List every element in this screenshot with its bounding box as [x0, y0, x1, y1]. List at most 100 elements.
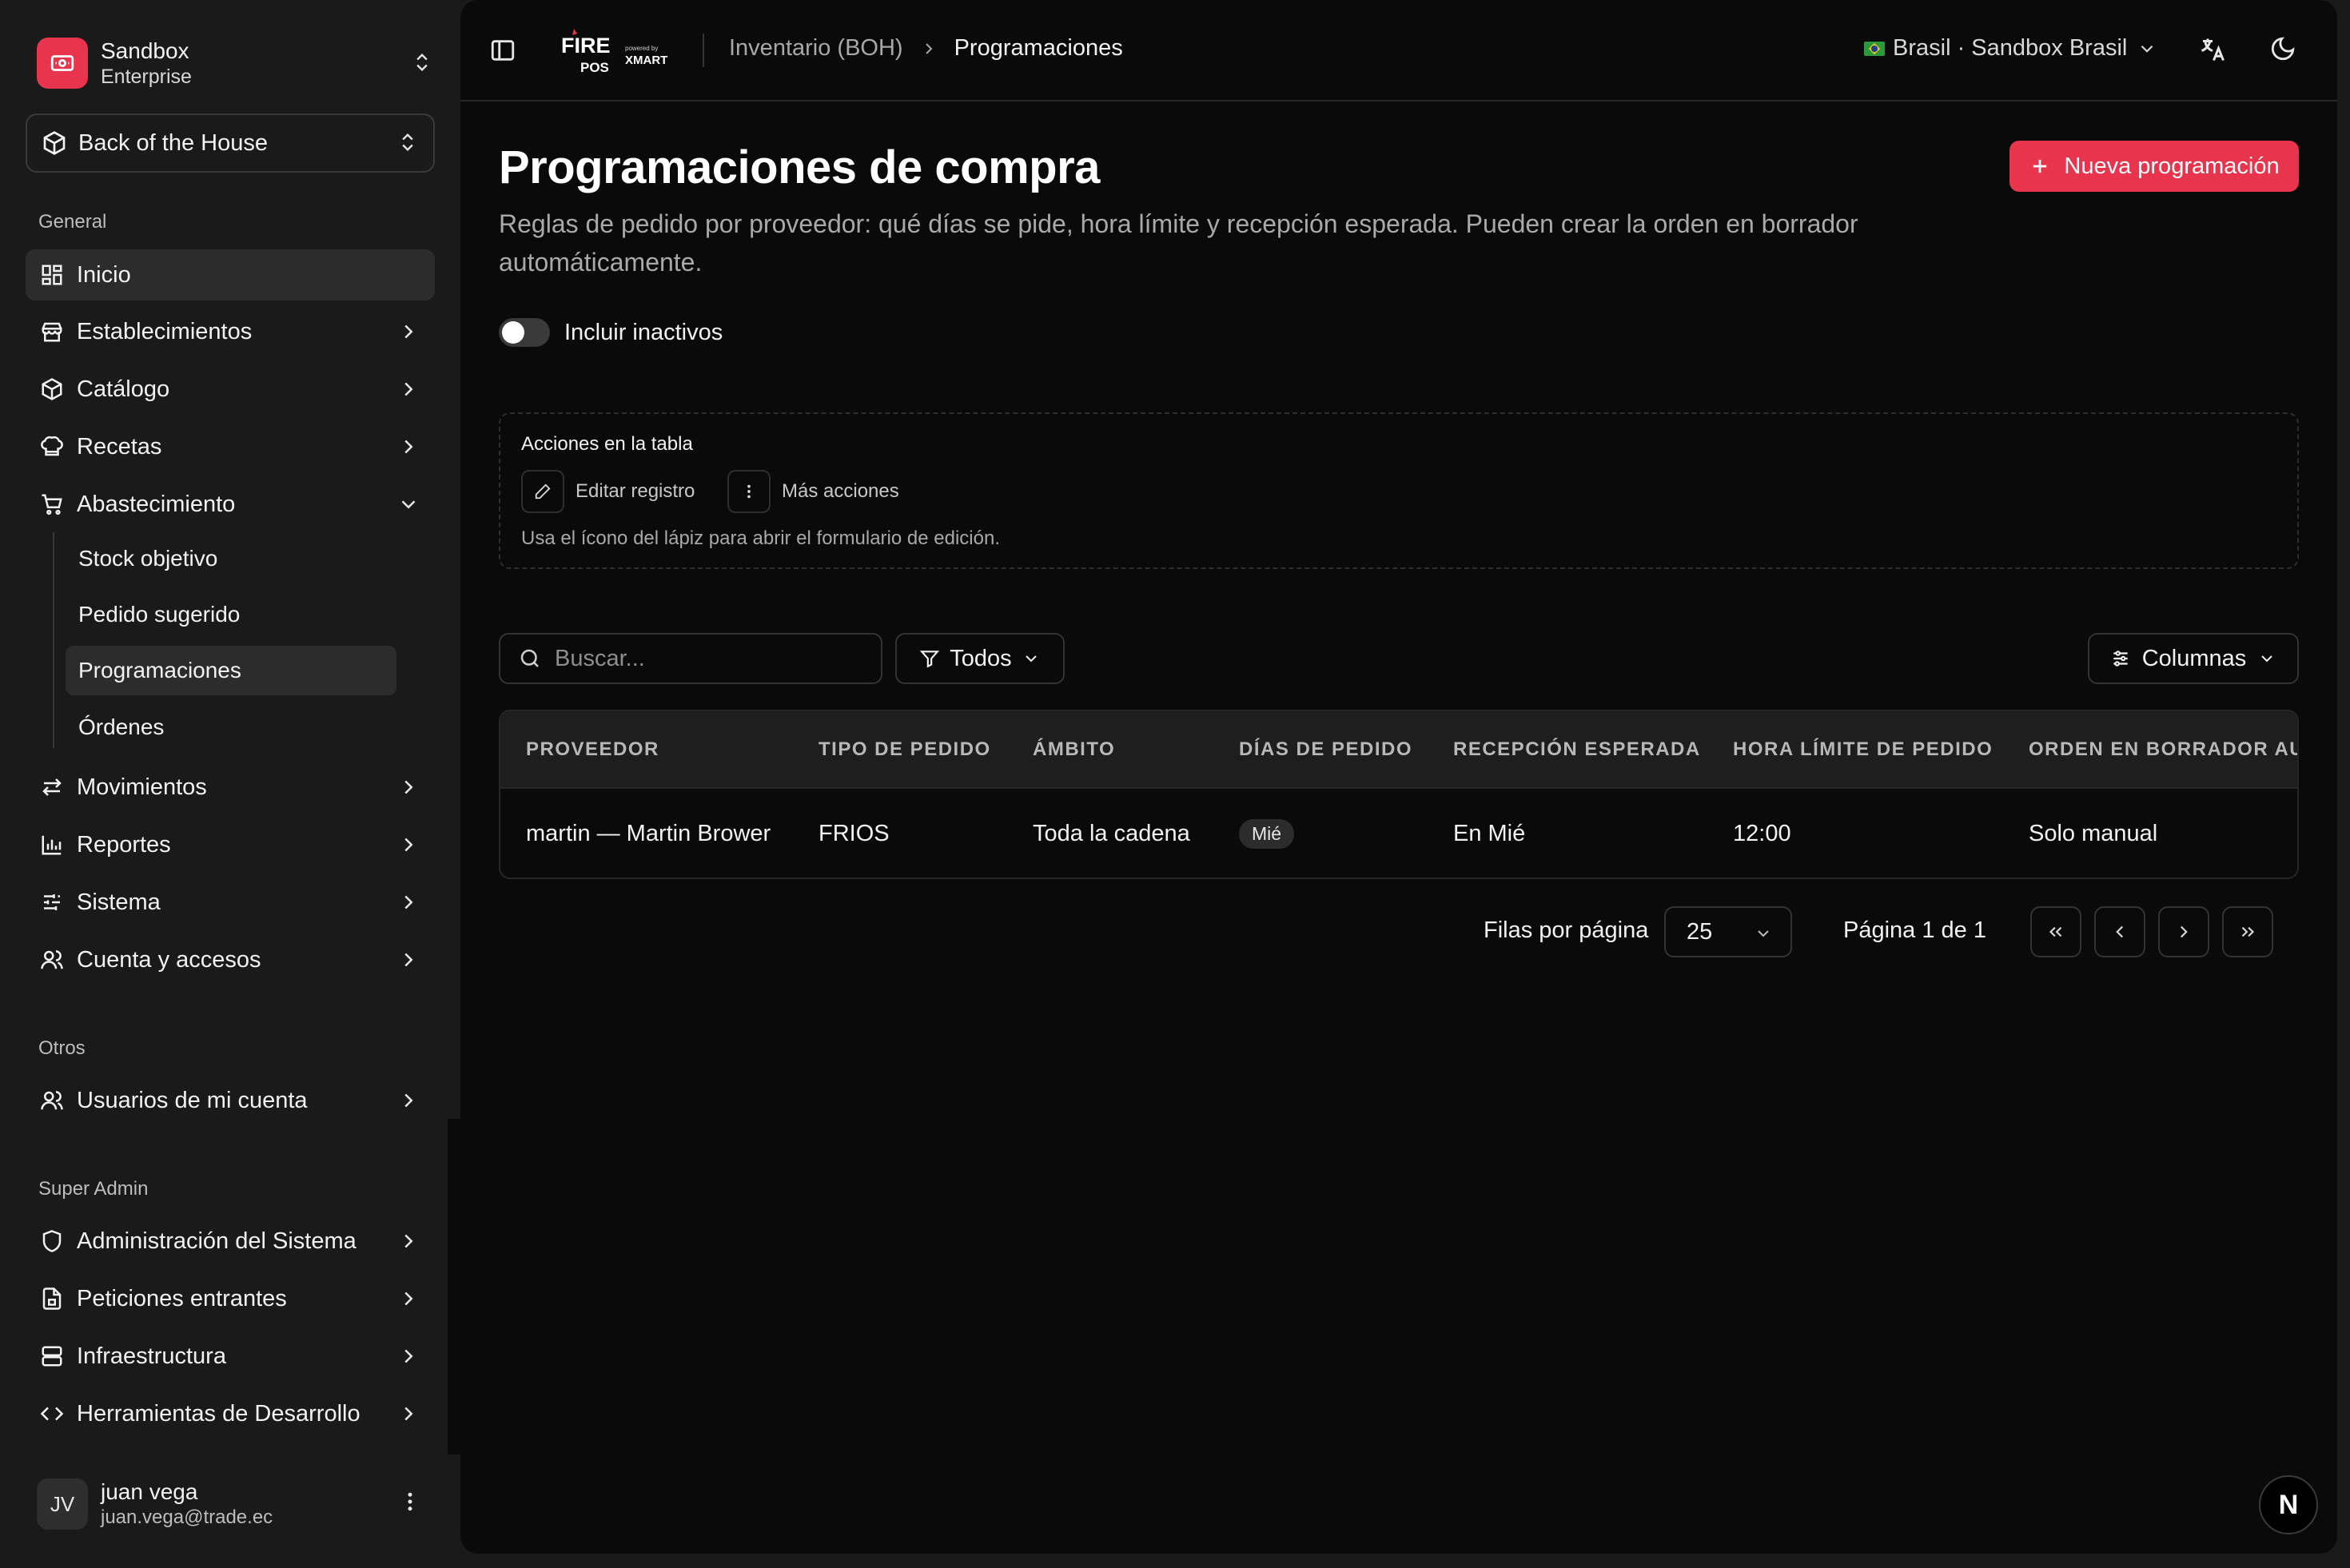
chef-hat-icon	[38, 433, 66, 460]
group-label-otros: Otros	[38, 1037, 86, 1059]
window-edge	[2337, 0, 2350, 1119]
sidebar-item-inicio[interactable]: Inicio	[26, 249, 435, 300]
chevrons-right-icon	[2237, 921, 2258, 942]
sidebar-item-movimientos[interactable]: Movimientos	[26, 762, 435, 813]
sidebar-item-label: Catálogo	[77, 376, 170, 402]
sidebar-item-reportes[interactable]: Reportes	[26, 819, 435, 870]
filter-icon	[919, 648, 940, 669]
more-actions-hint: Más acciones	[727, 470, 899, 513]
chevron-right-icon	[2173, 921, 2194, 942]
filter-dropdown[interactable]: Todos	[895, 633, 1065, 684]
brazil-flag-icon	[1864, 41, 1885, 56]
include-inactive-label: Incluir inactivos	[564, 319, 723, 345]
moon-icon[interactable]	[2269, 35, 2296, 62]
sidebar-subitem-ordenes[interactable]: Órdenes	[66, 702, 396, 752]
sidebar-item-infraestructura[interactable]: Infraestructura	[26, 1331, 435, 1382]
arrows-left-right-icon	[38, 774, 66, 801]
avatar: JV	[37, 1478, 88, 1530]
table-row[interactable]: martin — Martin Brower FRIOS Toda la cad…	[500, 787, 2297, 878]
sidebar-item-establecimientos[interactable]: Establecimientos	[26, 306, 435, 357]
sidebar-subitem-stock-objetivo[interactable]: Stock objetivo	[66, 534, 396, 583]
rows-per-page-select[interactable]: 25	[1664, 906, 1792, 957]
chevron-right-icon	[396, 1344, 420, 1368]
plus-icon	[2029, 155, 2051, 177]
pencil-icon	[521, 470, 564, 513]
user-name: juan vega	[101, 1479, 198, 1504]
previous-page-button[interactable]	[2094, 906, 2145, 957]
sidebar-item-peticiones-entrantes[interactable]: Peticiones entrantes	[26, 1273, 435, 1324]
cell-tipo-pedido: FRIOS	[793, 787, 1007, 878]
sidebar-item-recetas[interactable]: Recetas	[26, 421, 435, 472]
region-label: Brasil · Sandbox Brasil	[1893, 35, 2128, 61]
file-icon	[38, 1285, 66, 1312]
search-input[interactable]	[555, 645, 858, 672]
main-content: FIRE POS powered by XMART Inventario (BO…	[460, 0, 2337, 1554]
edit-record-hint: Editar registro	[521, 470, 695, 513]
shield-icon	[38, 1228, 66, 1255]
more-vertical-icon[interactable]	[398, 1490, 422, 1514]
sidebar-item-label: Herramientas de Desarrollo	[77, 1400, 360, 1427]
dev-tools-badge[interactable]: N	[2259, 1475, 2318, 1534]
column-header-dias-pedido[interactable]: DÍAS DE PEDIDO	[1213, 711, 1428, 788]
sidebar-subitem-programaciones[interactable]: Programaciones	[66, 646, 396, 695]
sidebar-item-label: Movimientos	[77, 774, 207, 800]
chevrons-up-down-icon	[396, 131, 419, 153]
breadcrumb-item-inventario[interactable]: Inventario (BOH)	[729, 35, 903, 62]
user-menu[interactable]: JV juan vega juan.vega@trade.ec	[37, 1472, 433, 1536]
column-header-ambito[interactable]: ÁMBITO	[1007, 711, 1213, 788]
column-header-orden-borrador[interactable]: ORDEN EN BORRADOR AUTOMÁTICA	[2003, 711, 2297, 788]
package-icon	[42, 130, 67, 156]
sidebar-item-herramientas-desarrollo[interactable]: Herramientas de Desarrollo	[26, 1388, 435, 1439]
sidebar-item-label: Recetas	[77, 433, 162, 460]
chevron-left-icon	[2109, 921, 2130, 942]
page-title: Programaciones de compra	[499, 141, 1100, 193]
shopping-cart-icon	[38, 491, 66, 518]
sliders-icon	[38, 889, 66, 916]
column-header-proveedor[interactable]: PROVEEDOR	[500, 711, 793, 788]
users-icon	[38, 1087, 66, 1114]
last-page-button[interactable]	[2222, 906, 2273, 957]
sidebar-item-sistema[interactable]: Sistema	[26, 877, 435, 928]
sidebar-item-label: Sistema	[77, 889, 161, 915]
sidebar-item-catalogo[interactable]: Catálogo	[26, 364, 435, 415]
sidebar-item-abastecimiento[interactable]: Abastecimiento	[26, 479, 435, 530]
store-selector[interactable]: Back of the House	[26, 113, 435, 173]
first-page-button[interactable]	[2030, 906, 2081, 957]
new-schedule-button[interactable]: Nueva programación	[2009, 141, 2299, 192]
more-vertical-icon	[727, 470, 771, 513]
include-inactive-toggle-row: Incluir inactivos	[499, 318, 723, 347]
sidebar-item-label: Establecimientos	[77, 318, 253, 344]
cell-ambito: Toda la cadena	[1007, 787, 1213, 878]
page-info: Página 1 de 1	[1843, 917, 1986, 943]
brand-top-text: FIRE	[561, 34, 611, 58]
sidebar-subitem-pedido-sugerido[interactable]: Pedido sugerido	[66, 590, 396, 639]
column-header-tipo-pedido[interactable]: TIPO DE PEDIDO	[793, 711, 1007, 788]
sidebar-item-label: Inicio	[77, 261, 131, 288]
column-header-hora-limite[interactable]: HORA LÍMITE DE PEDIDO	[1707, 711, 2003, 788]
sidebar-item-cuenta-accesos[interactable]: Cuenta y accesos	[26, 934, 435, 985]
column-header-recepcion-esperada[interactable]: RECEPCIÓN ESPERADA	[1428, 711, 1707, 788]
columns-dropdown[interactable]: Columnas	[2088, 633, 2299, 684]
sidebar-item-administracion-sistema[interactable]: Administración del Sistema	[26, 1216, 435, 1267]
chevron-right-icon	[396, 948, 420, 972]
region-selector[interactable]: Brasil · Sandbox Brasil	[1864, 35, 2157, 62]
group-label-general: General	[38, 211, 107, 233]
sidebar-item-label: Usuarios de mi cuenta	[77, 1087, 308, 1113]
breadcrumb: Inventario (BOH) Programaciones	[729, 35, 1123, 62]
filter-label: Todos	[950, 645, 1012, 671]
server-icon	[38, 1343, 66, 1370]
include-inactive-switch[interactable]	[499, 318, 550, 347]
more-actions-label: Más acciones	[782, 480, 899, 502]
brand-logo[interactable]: FIRE POS powered by XMART	[561, 27, 681, 75]
team-switcher[interactable]: Sandbox Enterprise	[37, 37, 433, 90]
new-schedule-label: Nueva programación	[2064, 153, 2280, 179]
language-icon[interactable]	[2198, 35, 2227, 64]
cell-orden-borrador: Solo manual	[2003, 787, 2297, 878]
sliders-horizontal-icon	[2110, 648, 2131, 669]
next-page-button[interactable]	[2158, 906, 2209, 957]
sidebar-item-label: Abastecimiento	[77, 491, 236, 517]
chevron-right-icon	[396, 1088, 420, 1112]
bar-chart-icon	[38, 831, 66, 858]
sidebar-item-usuarios-cuenta[interactable]: Usuarios de mi cuenta	[26, 1075, 435, 1126]
sidebar-toggle-icon[interactable]	[489, 37, 516, 64]
